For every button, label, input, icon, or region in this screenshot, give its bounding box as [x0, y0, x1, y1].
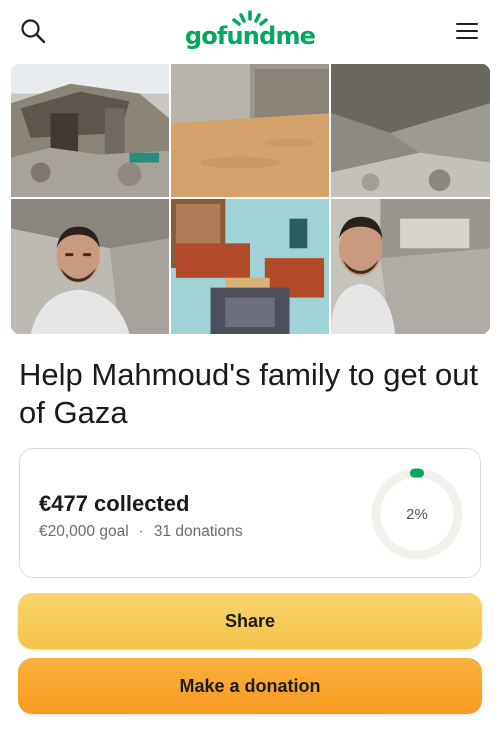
progress-percent: 2% [406, 505, 428, 523]
goal-amount: €20,000 goal [39, 523, 129, 540]
logo-sun-icon [232, 10, 268, 26]
progress-card: €477 collected €20,000 goal · 31 donations… [19, 448, 481, 578]
donation-count: 31 donations [153, 523, 243, 540]
rubble-building-photo[interactable] [10, 63, 170, 198]
collapsed-concrete-photo[interactable] [330, 63, 491, 198]
hamburger-menu-icon[interactable] [452, 16, 482, 46]
share-button[interactable]: Share [18, 593, 482, 649]
living-room-photo[interactable] [170, 198, 330, 335]
tent-on-sand-photo[interactable] [170, 63, 330, 198]
selfie-destroyed-building-photo[interactable] [330, 198, 491, 335]
selfie-in-rubble-photo[interactable] [10, 198, 170, 335]
meta-separator: · [138, 523, 144, 540]
top-header: gofundme [0, 0, 500, 62]
make-donation-button[interactable]: Make a donation [18, 658, 482, 714]
amount-collected: €477 collected [39, 491, 190, 516]
gofundme-logo[interactable]: gofundme [0, 9, 500, 53]
goal-and-donations: €20,000 goal · 31 donations [39, 523, 243, 541]
campaign-photo-collage[interactable] [10, 63, 491, 335]
campaign-title: Help Mahmoud's family to get out of Gaza [19, 357, 479, 430]
